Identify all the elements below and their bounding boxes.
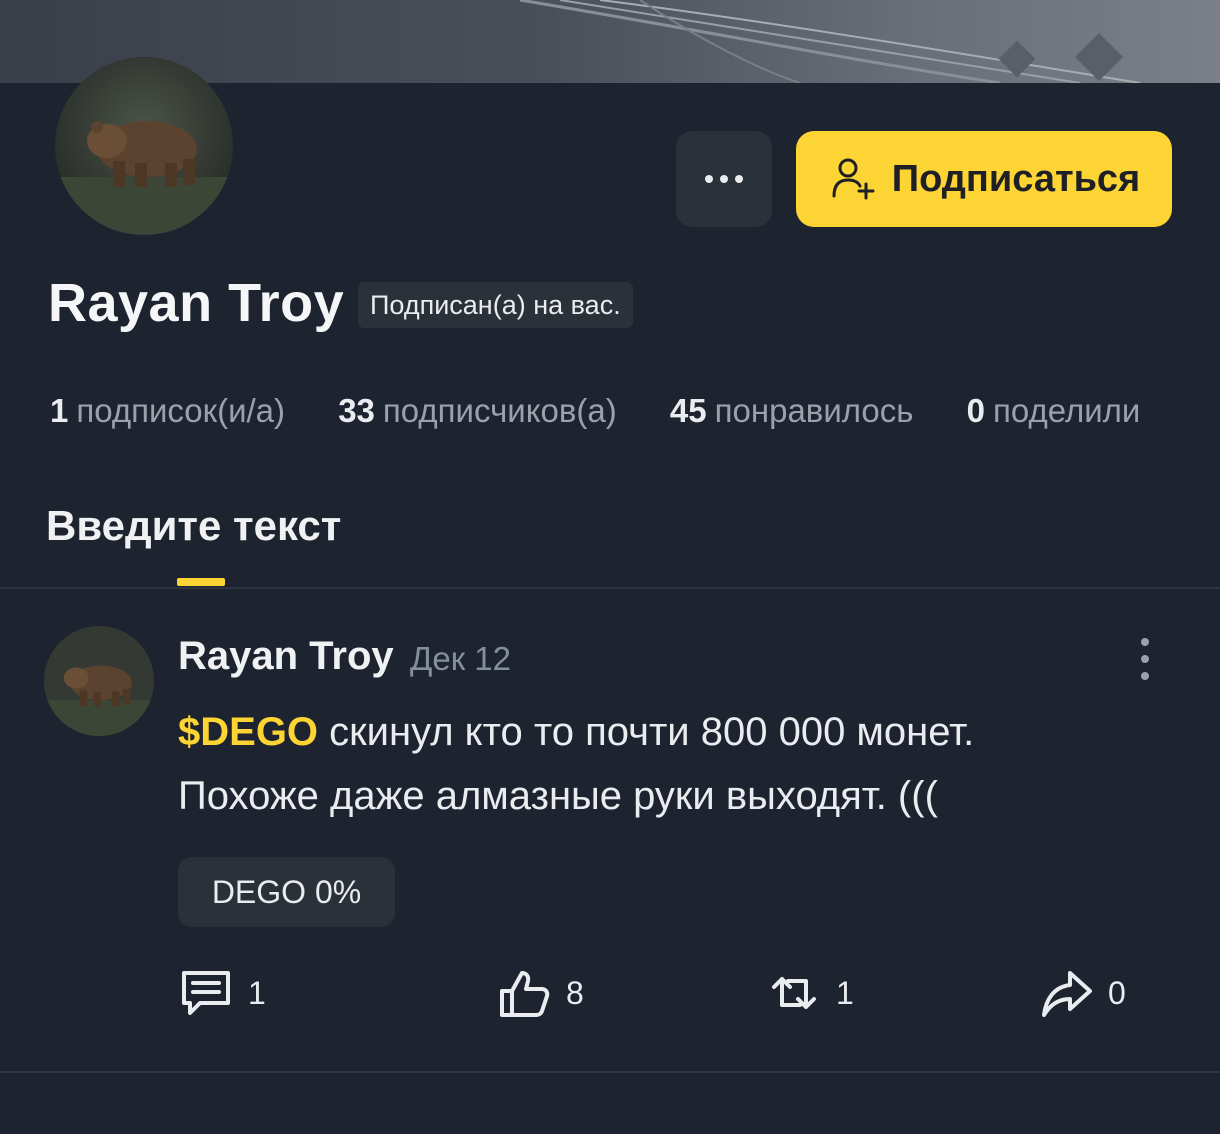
like-count: 8 — [566, 974, 584, 1011]
comment-icon — [182, 971, 230, 1015]
post-menu-button[interactable] — [1136, 638, 1154, 680]
stat-likes-label: понравилось — [714, 392, 914, 429]
add-user-icon — [832, 158, 875, 200]
profile-stats: 1 подписок(и/а) 33 подписчиков(а) 45 понрав… — [50, 392, 1184, 430]
stat-shares[interactable]: 0 поделили — [967, 392, 1141, 430]
vertical-ellipsis-icon-dot — [1141, 655, 1149, 663]
thumbs-up-icon — [500, 971, 550, 1017]
comment-count: 1 — [248, 974, 266, 1011]
like-button[interactable]: 8 — [496, 962, 584, 1024]
coin-chip[interactable]: DEGO 0% — [178, 857, 395, 927]
cashtag-link[interactable]: $DEGO — [178, 710, 318, 754]
stat-shares-count: 0 — [966, 392, 985, 429]
tab-divider — [0, 587, 1220, 589]
post-divider — [0, 1071, 1220, 1073]
bear-avatar-image — [44, 626, 154, 736]
profile-avatar[interactable] — [55, 57, 233, 235]
ellipsis-icon-dot — [720, 175, 728, 183]
stat-followers[interactable]: 33 подписчиков(а) — [338, 392, 617, 430]
stat-likes-count: 45 — [669, 392, 707, 429]
more-options-button[interactable] — [676, 131, 772, 227]
stat-following-label: подписок(и/а) — [76, 392, 286, 429]
post-date: Дек 12 — [410, 640, 512, 677]
stat-shares-label: поделили — [992, 392, 1141, 429]
ellipsis-icon — [705, 175, 713, 183]
repost-icon — [772, 977, 816, 1009]
post-body: $DEGO скинул кто то почти 800 000 монет.… — [178, 700, 1168, 828]
follows-you-badge: Подписан(а) на вас. — [358, 282, 633, 328]
post-author-avatar[interactable] — [44, 626, 154, 736]
stat-likes[interactable]: 45 понравилось — [670, 392, 914, 430]
comment-button[interactable]: 1 — [178, 962, 266, 1024]
profile-name: Rayan Troy — [48, 273, 345, 333]
vertical-ellipsis-icon — [1141, 638, 1149, 646]
repost-button[interactable]: 1 — [766, 962, 854, 1024]
vertical-ellipsis-icon-dot — [1141, 672, 1149, 680]
post-text-line2: Похоже даже алмазные руки выходят. ((( — [178, 774, 938, 818]
profile-page: Подписаться Rayan Troy Подписан(а) на ва… — [0, 0, 1220, 1134]
repost-count: 1 — [836, 974, 854, 1011]
active-tab-indicator — [177, 578, 225, 586]
post-text-line1: скинул кто то почти 800 000 монет. — [318, 710, 975, 754]
follow-button-label: Подписаться — [891, 157, 1141, 200]
stat-followers-label: подписчиков(а) — [382, 392, 617, 429]
stat-following[interactable]: 1 подписок(и/а) — [50, 392, 285, 430]
bear-avatar-image — [55, 57, 233, 235]
stat-following-count: 1 — [50, 392, 69, 429]
stat-followers-count: 33 — [338, 392, 375, 429]
share-count: 0 — [1108, 974, 1126, 1011]
post-actions: 1 8 1 0 — [0, 962, 1220, 1024]
follow-button[interactable]: Подписаться — [796, 131, 1172, 227]
tab-posts[interactable]: Введите текст — [46, 502, 341, 550]
share-button[interactable]: 0 — [1038, 962, 1126, 1024]
share-arrow-icon — [1042, 971, 1092, 1017]
post-author-name[interactable]: Rayan Troy — [178, 634, 394, 679]
ellipsis-icon-dot — [735, 175, 743, 183]
